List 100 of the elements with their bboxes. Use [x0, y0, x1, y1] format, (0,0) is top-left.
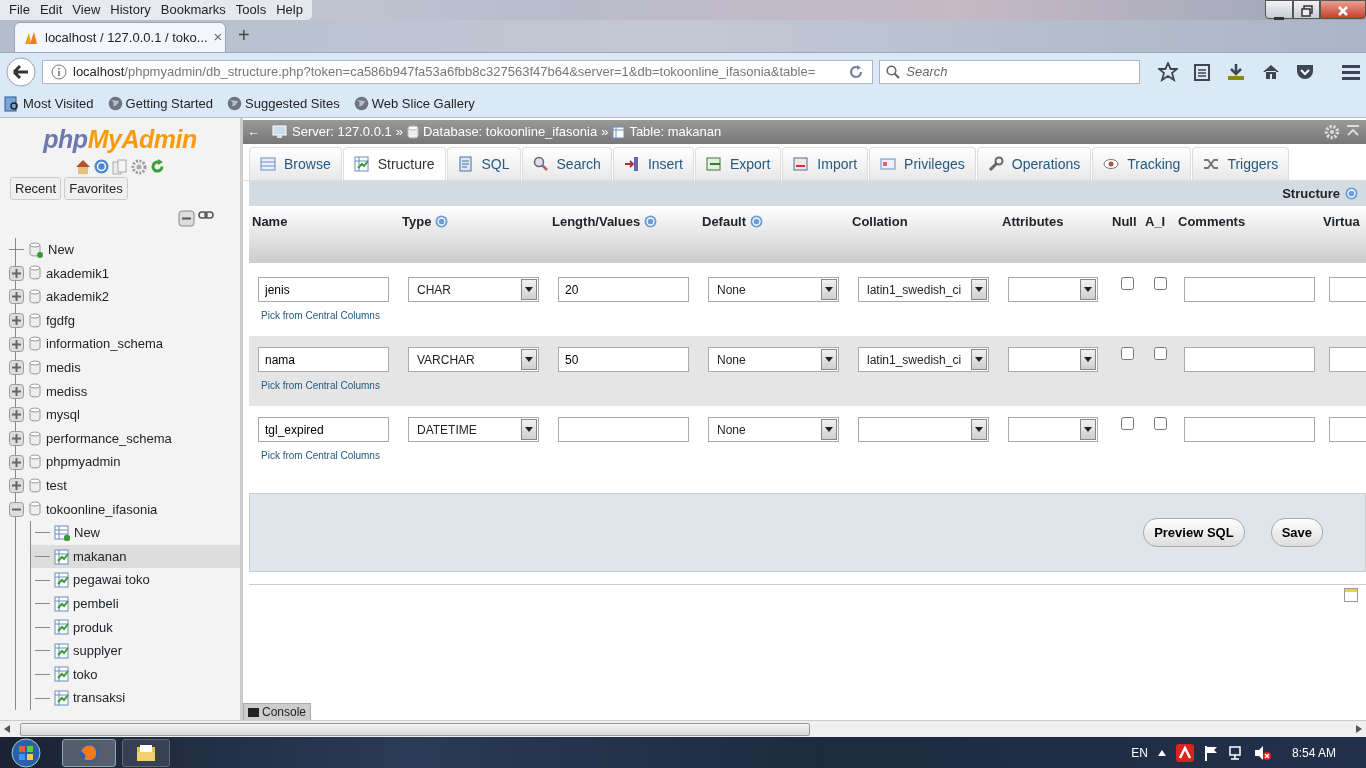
database-icon[interactable] [28, 289, 42, 305]
menu-item[interactable]: Help [271, 0, 308, 20]
menu-item[interactable]: Tools [230, 0, 272, 20]
collation-dropdown[interactable]: latin1_swedish_ci [858, 277, 989, 302]
table-icon[interactable] [54, 642, 69, 659]
central-columns-link[interactable]: Pick from Central Columns [258, 380, 380, 391]
table-link[interactable]: pembeli [73, 593, 119, 614]
collation-dropdown[interactable]: latin1_swedish_ci [858, 347, 989, 372]
database-link[interactable]: test [46, 476, 67, 496]
attributes-dropdown[interactable] [1008, 417, 1098, 442]
database-icon[interactable] [28, 359, 42, 376]
back-link[interactable]: ← [247, 122, 260, 142]
database-link[interactable]: mediss [46, 381, 88, 402]
flag-icon[interactable] [1203, 744, 1218, 761]
clock[interactable]: 8:54 AM [1291, 743, 1336, 762]
new-table-icon[interactable] [54, 524, 70, 541]
help-icon[interactable] [94, 158, 109, 174]
expand-icon[interactable] [9, 289, 24, 305]
database-icon[interactable] [28, 312, 42, 329]
browser-tab[interactable]: localhost / 127.0.0.1 / toko... × [14, 22, 226, 52]
breadcrumb-link[interactable]: Database: tokoonline_ifasonia [422, 122, 598, 142]
settings-icon[interactable] [131, 158, 147, 175]
virtuality-field[interactable] [1329, 417, 1366, 442]
table-link[interactable]: toko [73, 664, 98, 685]
name-field[interactable]: jenis [258, 277, 389, 302]
tab[interactable]: Search [521, 147, 612, 180]
breadcrumb-link[interactable]: Table: makanan [629, 122, 722, 142]
new-link[interactable]: New [74, 523, 100, 543]
database-link[interactable]: akademik2 [46, 287, 109, 307]
auto-increment-checkbox[interactable] [1154, 417, 1167, 430]
expand-icon[interactable] [9, 407, 24, 423]
database-icon[interactable] [28, 406, 42, 423]
tab[interactable]: Import [782, 147, 869, 180]
bookmark-link[interactable]: Web Slice Gallery [371, 93, 475, 114]
tab[interactable]: Operations [976, 147, 1092, 180]
collation-dropdown[interactable] [858, 417, 989, 442]
table-link[interactable]: supplyer [73, 641, 123, 661]
null-checkbox[interactable] [1121, 277, 1134, 290]
bookmark-link[interactable]: Suggested Sites [245, 93, 340, 114]
table-link[interactable]: pegawai toko [73, 570, 150, 590]
new-tab-button[interactable]: + [238, 20, 250, 52]
menu-item[interactable]: History [105, 0, 156, 20]
restore-button[interactable] [1293, 0, 1320, 19]
tab[interactable]: Privileges [869, 147, 976, 180]
collapse-icon[interactable] [1346, 124, 1360, 138]
database-link[interactable]: information_schema [46, 334, 164, 354]
table-icon[interactable] [54, 572, 69, 589]
speaker-muted-icon[interactable] [1253, 744, 1272, 761]
expand-icon[interactable] [9, 313, 24, 329]
central-columns-link[interactable]: Pick from Central Columns [258, 310, 380, 321]
network-icon[interactable] [1227, 744, 1244, 761]
database-link[interactable]: medis [46, 358, 81, 378]
help-icon[interactable] [750, 215, 764, 229]
type-dropdown[interactable]: VARCHAR [408, 347, 539, 372]
scroll-right-icon[interactable] [1356, 725, 1362, 733]
tab[interactable]: Browse [249, 147, 342, 180]
database-link[interactable]: fgdfg [46, 310, 75, 331]
table-link[interactable]: produk [73, 617, 113, 638]
menu-item[interactable]: Bookmarks [155, 0, 231, 20]
tab-close-button[interactable]: × [213, 26, 223, 49]
search-field[interactable]: Search [879, 59, 1140, 84]
collapse-all-icon[interactable] [178, 210, 195, 227]
database-icon[interactable] [28, 383, 42, 400]
expand-icon[interactable] [9, 383, 24, 399]
database-link[interactable]: performance_schema [46, 428, 172, 449]
length-field[interactable]: 50 [558, 347, 689, 372]
scroll-left-icon[interactable] [4, 725, 10, 733]
pocket-icon[interactable] [1296, 63, 1314, 80]
name-field[interactable]: tgl_expired [258, 417, 389, 442]
note-icon[interactable] [1344, 588, 1358, 602]
database-link[interactable]: phpmyadmin [46, 452, 121, 472]
expand-icon[interactable] [9, 360, 24, 376]
central-columns-link[interactable]: Pick from Central Columns [258, 450, 380, 461]
expand-icon[interactable] [9, 454, 24, 470]
sidebar-tab-button[interactable]: Recent [10, 176, 62, 200]
null-checkbox[interactable] [1121, 417, 1134, 430]
table-icon[interactable] [54, 666, 69, 683]
length-field[interactable]: 20 [558, 277, 689, 302]
minimize-button[interactable] [1265, 0, 1293, 19]
reload-icon[interactable] [150, 158, 165, 174]
close-button[interactable] [1320, 0, 1366, 19]
arrow-up-icon[interactable] [1157, 749, 1166, 756]
taskbar-button[interactable] [122, 738, 170, 767]
help-icon[interactable] [644, 215, 658, 229]
database-icon[interactable] [28, 477, 42, 494]
taskbar-button[interactable] [62, 738, 116, 767]
database-icon[interactable] [28, 454, 42, 471]
menu-item[interactable]: File [4, 0, 35, 20]
tab[interactable]: Structure [342, 147, 446, 180]
length-field[interactable] [558, 417, 689, 442]
scrollbar-thumb[interactable] [20, 722, 810, 736]
download-icon[interactable] [1226, 62, 1246, 81]
default-dropdown[interactable]: None [708, 347, 839, 372]
tab[interactable]: SQL [446, 147, 521, 180]
table-icon[interactable] [54, 595, 69, 612]
link-icon[interactable] [198, 210, 214, 220]
name-field[interactable]: nama [258, 347, 389, 372]
expand-icon[interactable] [9, 336, 24, 352]
reload-icon[interactable] [848, 63, 865, 80]
breadcrumb-link[interactable]: Server: 127.0.0.1 [292, 122, 392, 142]
